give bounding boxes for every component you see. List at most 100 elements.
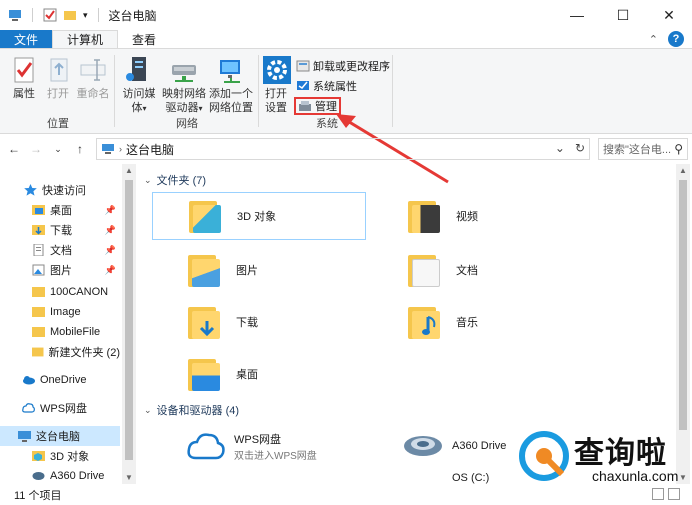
map-drive-button[interactable]: 映射网络 驱动器▾ [162,55,206,116]
nav-item-new-folder-2[interactable]: 新建文件夹 (2) [32,342,120,362]
device-wps-drive[interactable]: WPS网盘 双击进入WPS网盘 [186,426,317,466]
nav-onedrive[interactable]: OneDrive [22,370,122,390]
search-icon: ⚲ [674,142,683,156]
wps-cloud-icon [22,403,35,413]
close-button[interactable]: ✕ [646,0,692,30]
nav-scrollbar[interactable]: ▲ ▼ [122,164,136,484]
open-label: 打开 [47,88,69,100]
folders-section-header[interactable]: ⌄ 文件夹 (7) [144,172,206,188]
3d-objects-icon [32,451,45,461]
window-controls: — ☐ ✕ [554,0,692,30]
nav-item-mobilefile[interactable]: MobileFile [32,322,120,342]
folder-documents[interactable]: 文档 [408,248,478,292]
nav-item-pictures[interactable]: 图片 📌 [32,260,120,280]
rename-button[interactable]: 重命名 [76,55,110,101]
scroll-up-icon[interactable]: ▲ [676,166,690,175]
breadcrumb-this-pc[interactable]: 这台电脑 [126,141,174,158]
search-box[interactable]: 搜索"这台电... ⚲ [598,138,688,160]
open-button[interactable]: 打开 [44,55,72,101]
nav-item-label: Image [50,306,81,318]
nav-item-label: 文档 [50,245,72,257]
desktop-folder-icon [32,205,45,215]
expand-ribbon-icon[interactable]: ⌃ [649,33,658,46]
cloud-icon [23,376,35,385]
address-bar[interactable]: › 这台电脑 ⌄ ↻ [96,138,590,160]
item-count: 11 个项目 [14,489,62,502]
recent-locations-icon[interactable]: ⌄ [50,144,66,155]
watermark-logo-icon [519,431,569,481]
folder-3d-objects[interactable]: 3D 对象 [152,192,366,240]
content-scroll-thumb[interactable] [679,180,687,430]
help-icon[interactable]: ? [668,31,684,47]
system-properties-button[interactable]: 系统属性 [296,77,357,95]
nav-quick-access[interactable]: 快速访问 [24,180,122,200]
large-icons-view-icon[interactable] [668,488,680,500]
folder-label: 桌面 [236,369,258,381]
minimize-button[interactable]: — [554,0,600,30]
open-settings-button[interactable]: 打开 设置 [262,55,291,115]
search-input[interactable]: 搜索"这台电... [603,141,671,157]
group-divider [258,55,259,127]
uninstall-label: 卸载或更改程序 [313,61,390,73]
folder-label: 视频 [456,211,478,223]
folder-desktop[interactable]: 桌面 [188,352,258,396]
address-row: ← → ⌄ ↑ › 这台电脑 ⌄ ↻ 搜索"这台电... ⚲ [0,136,692,162]
tab-view[interactable]: 查看 [118,30,170,48]
devices-header-label: 设备和驱动器 (4) [156,405,240,417]
folder-music[interactable]: 音乐 [408,300,478,344]
tab-file[interactable]: 文件 [0,30,53,48]
nav-item-desktop[interactable]: 桌面 📌 [32,200,120,220]
nav-wps-label: WPS网盘 [40,403,88,415]
scroll-down-icon[interactable]: ▼ [122,473,136,482]
details-view-icon[interactable] [652,488,664,500]
customize-dropdown-icon[interactable]: ▾ [83,10,88,21]
manage-icon [299,101,311,111]
wps-cloud-icon [187,433,225,460]
window-title: 这台电脑 [108,8,157,23]
nav-item-label: 下载 [50,225,72,237]
access-media-button[interactable]: 访问媒体▾ [118,55,160,116]
rename-label: 重命名 [76,88,110,100]
properties-button[interactable]: 属性 [8,55,40,101]
nav-wps[interactable]: WPS网盘 [22,398,122,418]
properties-check-icon[interactable] [43,8,57,22]
quick-access-toolbar: ▾ [0,8,103,22]
back-button[interactable]: ← [6,142,22,156]
uninstall-icon [296,60,310,72]
nav-item-documents[interactable]: 文档 📌 [32,240,120,260]
maximize-button[interactable]: ☐ [600,0,646,30]
tab-computer[interactable]: 计算机 [52,30,119,48]
uninstall-program-button[interactable]: 卸载或更改程序 [296,57,390,75]
group-location: 属性 打开 重命名 位置 [6,51,110,133]
device-description: 双击进入WPS网盘 [234,450,317,462]
forward-button[interactable]: → [28,142,44,156]
ribbon-tabs: 文件 计算机 查看 ⌃ ? [0,30,692,48]
scroll-up-icon[interactable]: ▲ [122,166,136,175]
refresh-icon[interactable]: ↻ [575,141,585,155]
nav-item-label: A360 Drive [50,470,105,482]
pin-icon: 📌 [104,204,116,215]
nav-item-3d-objects[interactable]: 3D 对象 [32,446,120,466]
nav-item-a360[interactable]: A360 Drive [32,466,120,484]
folder-downloads[interactable]: 下载 [188,300,258,344]
nav-item-image[interactable]: Image [32,302,120,322]
add-network-location-button[interactable]: 添加一个 网络位置 [208,55,254,115]
folder-icon [32,307,45,317]
address-dropdown-icon[interactable]: ⌄ [555,141,565,155]
a360-drive-icon [404,436,442,456]
pictures-folder-icon [188,251,228,289]
folder-pictures[interactable]: 图片 [188,248,258,292]
folder-videos[interactable]: 视频 [408,194,478,238]
add-location-label-1: 添加一个 [209,88,253,100]
nav-this-pc[interactable]: 这台电脑 [0,426,120,446]
up-button[interactable]: ↑ [72,142,88,156]
new-folder-icon[interactable] [63,8,77,22]
nav-item-100canon[interactable]: 100CANON [32,282,120,302]
nav-item-label: 3D 对象 [50,451,90,463]
devices-section-header[interactable]: ⌄ 设备和驱动器 (4) [144,402,239,418]
nav-item-downloads[interactable]: 下载 📌 [32,220,120,240]
device-os-c[interactable]: OS (C:) [402,470,489,484]
nav-scroll-thumb[interactable] [125,180,133,460]
desktop-folder-icon [188,355,228,393]
device-a360-drive[interactable]: A360 Drive [402,426,506,466]
